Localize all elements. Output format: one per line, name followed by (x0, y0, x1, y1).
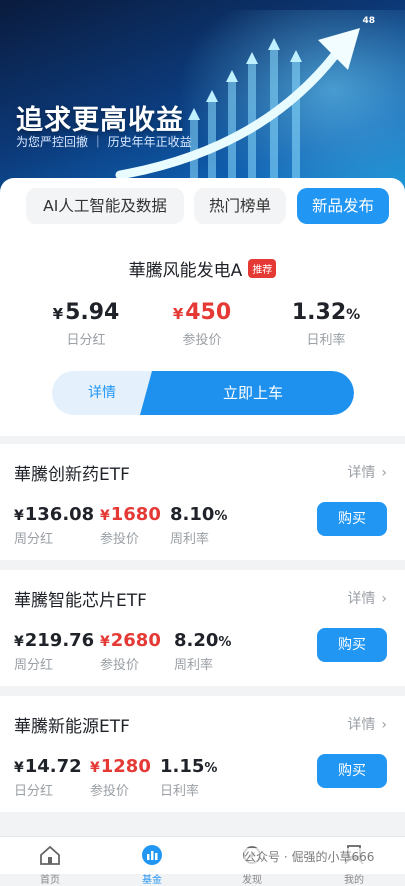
recommend-tag: 推荐 (248, 259, 277, 278)
buy-button[interactable]: 购买 (317, 502, 387, 536)
featured-product-name: 華騰风能发电A (128, 261, 243, 281)
product-price: ¥2680 参投价 (100, 630, 161, 673)
chevron-right-icon: › (381, 591, 387, 607)
product-dividend: ¥136.08 周分红 (14, 504, 94, 547)
dividend-label: 日分红 (14, 784, 54, 799)
product-price: ¥1680 参投价 (100, 504, 161, 547)
percent-symbol: % (346, 307, 361, 323)
stat-label: 日利率 (306, 333, 346, 348)
currency-symbol: ¥ (14, 508, 24, 524)
currency-symbol: ¥ (14, 760, 24, 776)
product-name: 華騰新能源ETF (14, 717, 130, 737)
tab-hot-list[interactable]: 热门榜单 (194, 188, 286, 224)
hero-banner[interactable]: 48 追求更高收益 为您严控回撤 ｜ 历史年年正收益 (0, 0, 405, 200)
price-value: 2680 (110, 630, 161, 651)
featured-stat-rate: 1.32% 日利率 (276, 300, 376, 348)
rate-label: 周利率 (170, 532, 210, 547)
product-rate: 1.15% 日利率 (160, 756, 217, 799)
rate-value: 1.15 (160, 756, 205, 777)
price-value: 1680 (110, 504, 161, 525)
currency-symbol: ¥ (100, 634, 110, 650)
price-label: 参投价 (90, 784, 130, 799)
price-label: 参投价 (100, 532, 140, 547)
tab-new-products[interactable]: 新品发布 (297, 188, 389, 224)
corner-badge: 48 (362, 16, 375, 26)
nav-fund[interactable]: 基金 (132, 845, 172, 886)
dividend-value: 14.72 (24, 756, 82, 777)
nav-home[interactable]: 首页 (30, 845, 70, 886)
home-icon (40, 845, 60, 865)
category-tabs: AI人工智能及数据 热门榜单 新品发布 (12, 188, 392, 224)
product-card[interactable]: 華騰创新药ETF 详情 › ¥136.08 周分红 ¥1680 参投价 8.10%… (0, 444, 405, 560)
stat-value: 450 (185, 300, 232, 325)
chevron-right-icon: › (381, 465, 387, 481)
detail-label: 详情 (347, 717, 376, 733)
dividend-label: 周分红 (14, 658, 54, 673)
chevron-right-icon: › (381, 717, 387, 733)
rate-label: 日利率 (160, 784, 200, 799)
featured-cta: 详情 立即上车 (52, 371, 354, 415)
stat-value: 5.94 (65, 300, 120, 325)
product-rate: 8.10% 周利率 (170, 504, 227, 547)
product-dividend: ¥219.76 周分红 (14, 630, 94, 673)
buy-button[interactable]: 购买 (317, 628, 387, 662)
fund-icon (142, 845, 162, 865)
currency-symbol: ¥ (90, 760, 100, 776)
watermark: 公众号 · 倔强的小草666 (244, 848, 375, 865)
product-name: 華騰创新药ETF (14, 465, 130, 485)
product-dividend: ¥14.72 日分红 (14, 756, 82, 799)
stat-label: 参投价 (182, 333, 222, 348)
price-label: 参投价 (100, 658, 140, 673)
nav-label: 我的 (344, 875, 364, 886)
dividend-label: 周分红 (14, 532, 54, 547)
banner-title: 追求更高收益 (16, 105, 184, 136)
dividend-value: 219.76 (24, 630, 95, 651)
featured-detail-button[interactable]: 详情 (52, 371, 152, 415)
stat-value: 1.32 (291, 300, 347, 325)
currency-symbol: ¥ (14, 634, 24, 650)
percent-symbol: % (214, 509, 228, 524)
featured-stat-price: ¥450 参投价 (152, 300, 252, 348)
detail-label: 详情 (347, 465, 376, 481)
dividend-value: 136.08 (24, 504, 95, 525)
currency-symbol: ¥ (172, 305, 184, 323)
banner-subtitle: 为您严控回撤 ｜ 历史年年正收益 (16, 135, 192, 149)
featured-panel: AI人工智能及数据 热门榜单 新品发布 華騰风能发电A 推荐 ¥5.94 日分红 … (0, 178, 405, 436)
product-rate: 8.20% 周利率 (174, 630, 231, 673)
nav-label: 基金 (142, 875, 162, 886)
featured-product-title: 華騰风能发电A 推荐 (0, 256, 405, 281)
product-detail-link[interactable]: 详情 › (341, 714, 387, 734)
price-value: 1280 (100, 756, 151, 777)
percent-symbol: % (218, 635, 232, 650)
buy-button[interactable]: 购买 (317, 754, 387, 788)
product-detail-link[interactable]: 详情 › (341, 588, 387, 608)
rate-value: 8.10 (170, 504, 215, 525)
detail-label: 详情 (347, 591, 376, 607)
product-name: 華騰智能芯片ETF (14, 591, 147, 611)
tab-ai-data[interactable]: AI人工智能及数据 (26, 188, 184, 224)
stat-label: 日分红 (66, 333, 106, 348)
nav-label: 发现 (242, 875, 262, 886)
product-detail-link[interactable]: 详情 › (341, 462, 387, 482)
board-now-button[interactable]: 立即上车 (140, 371, 354, 415)
nav-label: 首页 (40, 875, 60, 886)
rate-value: 8.20 (174, 630, 219, 651)
currency-symbol: ¥ (52, 305, 64, 323)
product-card[interactable]: 華騰新能源ETF 详情 › ¥14.72 日分红 ¥1280 参投价 1.15% … (0, 696, 405, 812)
currency-symbol: ¥ (100, 508, 110, 524)
percent-symbol: % (204, 761, 218, 776)
product-price: ¥1280 参投价 (90, 756, 151, 799)
product-card[interactable]: 華騰智能芯片ETF 详情 › ¥219.76 周分红 ¥2680 参投价 8.20… (0, 570, 405, 686)
rate-label: 周利率 (174, 658, 214, 673)
featured-stat-dividend: ¥5.94 日分红 (36, 300, 136, 348)
